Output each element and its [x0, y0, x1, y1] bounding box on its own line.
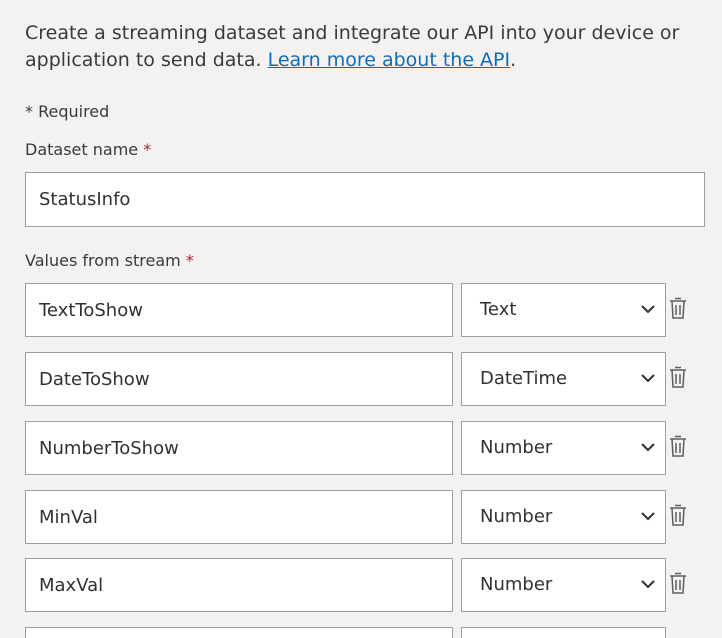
- value-name-input[interactable]: [25, 352, 453, 406]
- value-type-selected: Number: [480, 506, 553, 527]
- value-type-select[interactable]: Text: [461, 283, 666, 337]
- intro-period: .: [510, 49, 517, 71]
- value-type-selected: DateTime: [480, 368, 568, 389]
- chevron-down-icon: [641, 512, 655, 521]
- trash-icon[interactable]: [668, 503, 688, 527]
- value-type-selected: Number: [480, 574, 553, 595]
- chevron-down-icon: [641, 443, 655, 452]
- trash-icon[interactable]: [668, 296, 688, 320]
- value-type-select[interactable]: Number: [461, 421, 666, 475]
- value-type-select-partial[interactable]: [461, 627, 666, 638]
- required-note: * Required: [25, 102, 110, 121]
- value-name-input[interactable]: [25, 558, 453, 612]
- value-name-input-partial[interactable]: [25, 627, 453, 638]
- values-from-stream-label-text: Values from stream: [25, 251, 181, 270]
- value-type-select[interactable]: DateTime: [461, 352, 666, 406]
- learn-more-link[interactable]: Learn more about the API: [268, 49, 511, 71]
- dataset-name-label: Dataset name *: [25, 140, 151, 159]
- dataset-name-label-text: Dataset name: [25, 140, 139, 159]
- value-type-select[interactable]: Number: [461, 490, 666, 544]
- value-type-selected: Text: [480, 299, 517, 320]
- values-from-stream-label: Values from stream *: [25, 251, 194, 270]
- intro-text: Create a streaming dataset and integrate…: [25, 20, 685, 74]
- required-asterisk: *: [185, 251, 194, 270]
- value-name-input[interactable]: [25, 283, 453, 337]
- trash-icon[interactable]: [668, 434, 688, 458]
- trash-icon[interactable]: [668, 571, 688, 595]
- value-name-input[interactable]: [25, 490, 453, 544]
- chevron-down-icon: [641, 580, 655, 589]
- trash-icon[interactable]: [668, 365, 688, 389]
- chevron-down-icon: [641, 374, 655, 383]
- required-asterisk: *: [143, 140, 152, 159]
- value-type-selected: Number: [480, 437, 553, 458]
- value-name-input[interactable]: [25, 421, 453, 475]
- value-type-select[interactable]: Number: [461, 558, 666, 612]
- dataset-name-input[interactable]: [25, 172, 705, 227]
- chevron-down-icon: [641, 305, 655, 314]
